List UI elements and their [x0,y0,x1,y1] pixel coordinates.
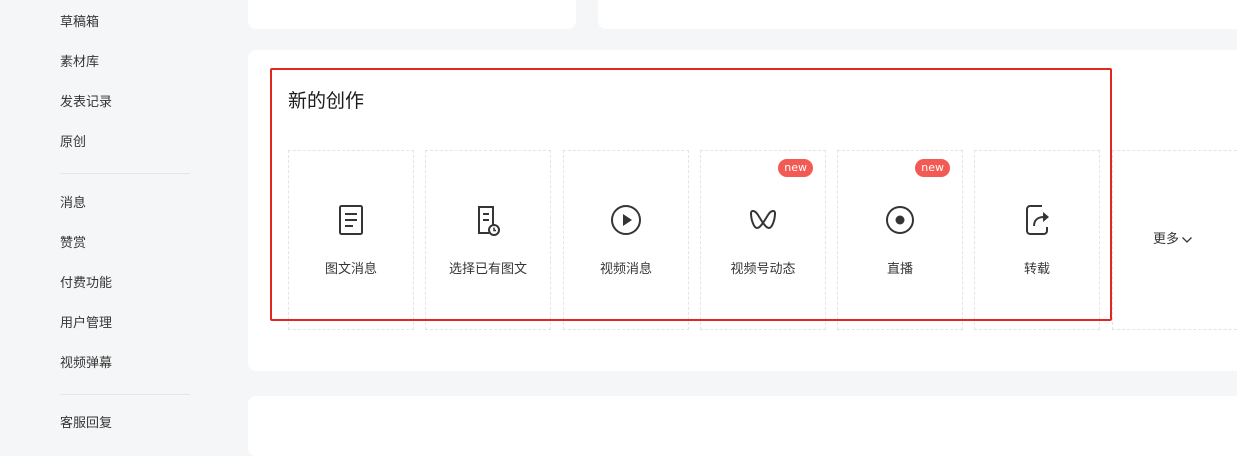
sidebar-item-rewards[interactable]: 赞赏 [60,235,86,253]
tile-label: 转载 [1023,262,1050,277]
sidebar-item-user-management[interactable]: 用户管理 [60,315,112,333]
sidebar-item-customer-reply[interactable]: 客服回复 [60,415,112,433]
more-label: 更多 [1153,232,1180,247]
sidebar-item-original[interactable]: 原创 [60,134,86,152]
sidebar-item-publish-records[interactable]: 发表记录 [60,94,112,112]
channels-icon [750,209,776,229]
sidebar-divider [60,394,190,395]
new-badge: new [778,159,813,177]
play-icon [611,205,641,235]
chevron-down-icon [1182,236,1192,243]
tile-label: 选择已有图文 [448,262,527,277]
tile-label: 直播 [886,262,913,277]
top-card-right [598,0,1237,29]
tile-video-message[interactable]: 视频消息 [563,150,689,330]
tile-channels-post[interactable]: new 视频号动态 [700,150,826,330]
tile-label: 图文消息 [324,262,377,277]
tile-select-existing-article[interactable]: 选择已有图文 [425,150,551,330]
sidebar-item-paid-features[interactable]: 付费功能 [60,275,112,293]
tile-label: 视频消息 [599,262,652,277]
sidebar-item-materials[interactable]: 素材库 [60,54,99,72]
tile-repost[interactable]: 转载 [974,150,1100,330]
sidebar-item-drafts[interactable]: 草稿箱 [60,14,99,32]
top-card-left [248,0,576,29]
sidebar: 草稿箱 素材库 发表记录 原创 消息 赞赏 付费功能 用户管理 视频弹幕 客服回… [0,0,230,431]
live-icon [886,206,914,234]
more-dropdown[interactable]: 更多 [1153,231,1193,249]
bottom-card [248,396,1237,456]
tile-live[interactable]: new 直播 [837,150,963,330]
document-icon [339,205,363,235]
new-badge: new [915,159,950,177]
share-icon [1026,205,1049,235]
tile-article-message[interactable]: 图文消息 [288,150,414,330]
tile-label: 视频号动态 [730,262,796,277]
sidebar-divider [60,173,190,174]
section-title: 新的创作 [288,90,365,112]
sidebar-item-video-danmaku[interactable]: 视频弹幕 [60,355,112,373]
document-clock-icon [478,206,500,236]
sidebar-item-messages[interactable]: 消息 [60,195,86,213]
